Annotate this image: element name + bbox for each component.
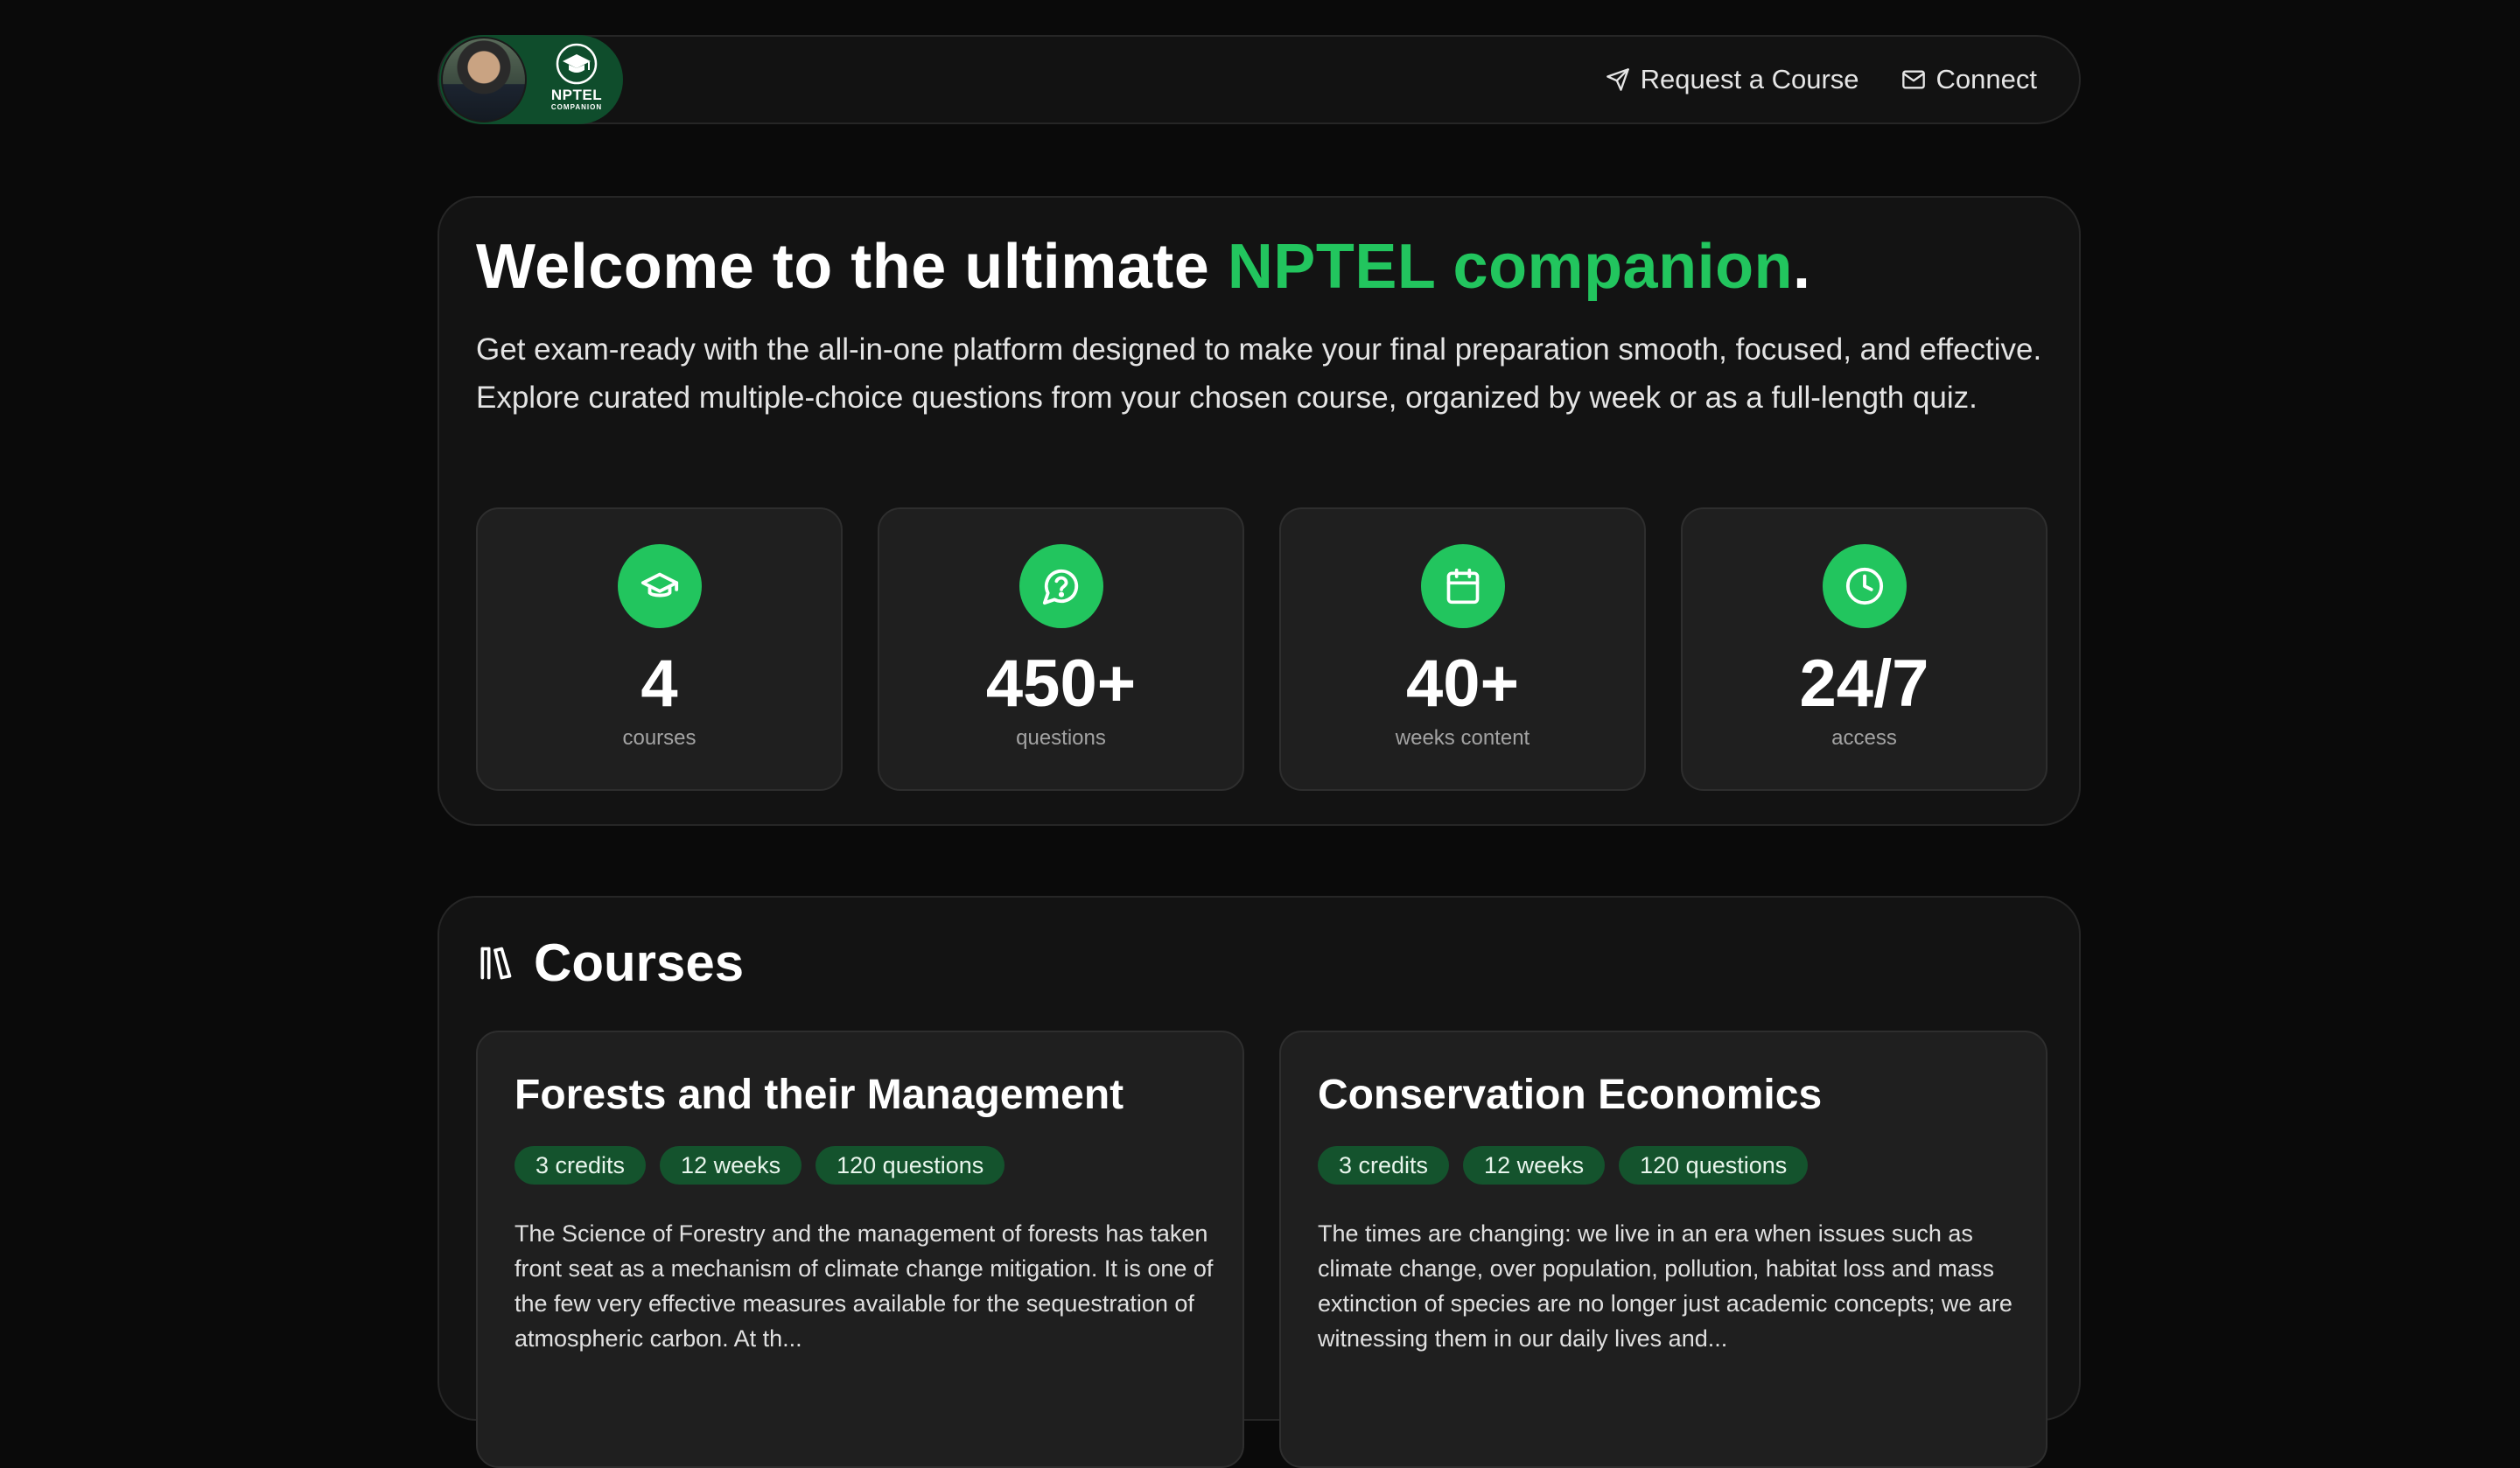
questions-badge: 120 questions — [816, 1146, 1005, 1185]
nav-links: Request a Course Connect — [1606, 37, 2037, 122]
stat-icon-wrapper — [1018, 544, 1103, 628]
question-bubble-icon — [1042, 569, 1078, 605]
stat-card-weeks: 40+ weeks content — [1279, 507, 1646, 791]
stat-label: courses — [622, 726, 696, 750]
course-badges: 3 credits 12 weeks 120 questions — [514, 1146, 1005, 1185]
logo[interactable]: NPTEL COMPANION — [439, 35, 623, 124]
logo-subtitle: COMPANION — [550, 103, 603, 111]
stats-row: 4 courses 450+ questions 40+ weeks conte… — [476, 507, 2048, 791]
stat-value: 40+ — [1406, 647, 1519, 721]
stat-value: 4 — [640, 647, 678, 721]
logo-graduation-icon — [556, 43, 598, 85]
courses-heading: Courses — [534, 933, 745, 992]
course-title: Conservation Economics — [1318, 1072, 1823, 1118]
hero-title: Welcome to the ultimate NPTEL companion. — [476, 231, 1811, 303]
weeks-badge: 12 weeks — [660, 1146, 802, 1185]
request-course-link[interactable]: Request a Course — [1606, 64, 1859, 95]
course-card[interactable]: Forests and their Management 3 credits 1… — [476, 1031, 1244, 1468]
hero-description: Get exam-ready with the all-in-one platf… — [476, 332, 2042, 415]
logo-title: NPTEL — [550, 87, 603, 103]
weeks-badge: 12 weeks — [1463, 1146, 1606, 1185]
stat-value: 450+ — [985, 647, 1137, 721]
stat-value: 24/7 — [1799, 647, 1929, 721]
course-grid: Forests and their Management 3 credits 1… — [476, 1031, 2048, 1468]
mail-icon — [1901, 70, 1925, 89]
avatar — [441, 37, 527, 122]
course-card[interactable]: Conservation Economics 3 credits 12 week… — [1279, 1031, 2048, 1468]
questions-badge: 120 questions — [1619, 1146, 1809, 1185]
courses-section: Courses Forests and their Management 3 c… — [438, 896, 2081, 1468]
stat-card-questions: 450+ questions — [878, 507, 1244, 791]
stat-icon-wrapper — [1822, 544, 1907, 628]
credits-badge: 3 credits — [1318, 1146, 1450, 1185]
connect-link[interactable]: Connect — [1901, 64, 2037, 95]
course-badges: 3 credits 12 weeks 120 questions — [1318, 1146, 1809, 1185]
graduation-cap-icon — [640, 572, 678, 598]
library-books-icon — [480, 947, 512, 979]
clock-icon — [1845, 567, 1883, 605]
course-description: The times are changing: we live in an er… — [1318, 1220, 2012, 1352]
calendar-icon — [1446, 568, 1479, 605]
hero-title-prefix: Welcome to the ultimate — [476, 232, 1228, 302]
hero-title-accent: NPTEL companion — [1227, 232, 1794, 302]
hero-title-suffix: . — [1793, 232, 1811, 302]
request-course-label: Request a Course — [1640, 64, 1859, 94]
hero-section: Welcome to the ultimate NPTEL companion.… — [438, 196, 2081, 826]
send-icon — [1606, 68, 1629, 91]
stat-label: weeks content — [1395, 726, 1530, 750]
stat-icon-wrapper — [1420, 544, 1505, 628]
stat-label: access — [1831, 726, 1897, 750]
nptel-logo-mark: NPTEL COMPANION — [537, 42, 616, 121]
stat-card-courses: 4 courses — [476, 507, 843, 791]
stat-icon-wrapper — [617, 544, 702, 628]
stat-card-access: 24/7 access — [1681, 507, 2048, 791]
credits-badge: 3 credits — [514, 1146, 647, 1185]
courses-heading-row: Courses — [476, 933, 744, 993]
connect-label: Connect — [1936, 64, 2037, 94]
course-title: Forests and their Management — [514, 1072, 1124, 1118]
top-nav: NPTEL COMPANION Request a Course Connect — [438, 35, 2081, 124]
stat-label: questions — [1016, 726, 1106, 750]
course-description: The Science of Forestry and the manageme… — [514, 1220, 1214, 1352]
